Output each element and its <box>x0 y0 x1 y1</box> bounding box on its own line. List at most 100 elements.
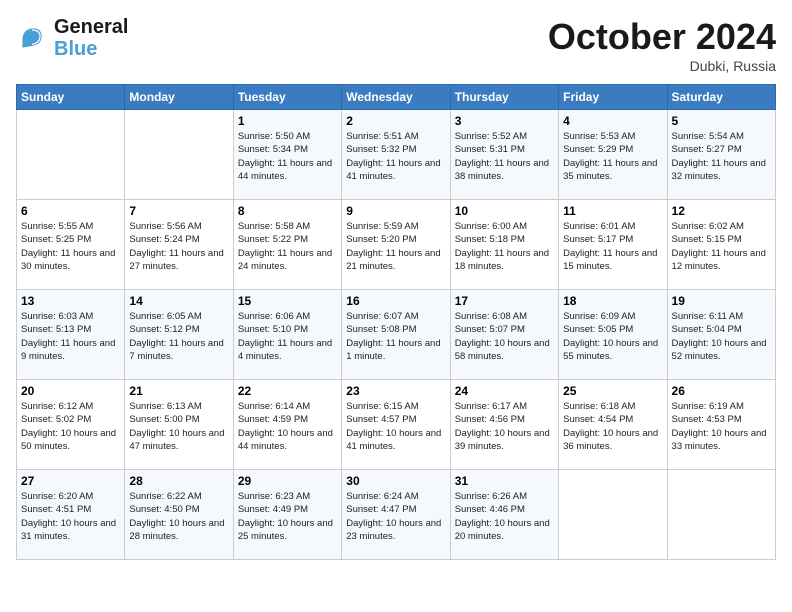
day-info: Sunrise: 6:14 AM Sunset: 4:59 PM Dayligh… <box>238 400 337 453</box>
calendar-cell: 19 Sunrise: 6:11 AM Sunset: 5:04 PM Dayli… <box>667 290 775 380</box>
day-number: 19 <box>672 294 771 308</box>
calendar-header: SundayMondayTuesdayWednesdayThursdayFrid… <box>17 85 776 110</box>
day-info: Sunrise: 6:22 AM Sunset: 4:50 PM Dayligh… <box>129 490 228 543</box>
page-header: General Blue October 2024 Dubki, Russia <box>16 16 776 74</box>
day-number: 8 <box>238 204 337 218</box>
day-info: Sunrise: 6:07 AM Sunset: 5:08 PM Dayligh… <box>346 310 445 363</box>
day-number: 4 <box>563 114 662 128</box>
day-info: Sunrise: 6:18 AM Sunset: 4:54 PM Dayligh… <box>563 400 662 453</box>
calendar-cell: 7Sunrise: 5:56 AM Sunset: 5:24 PM Daylig… <box>125 200 233 290</box>
day-number: 20 <box>21 384 120 398</box>
calendar-cell: 22Sunrise: 6:14 AM Sunset: 4:59 PM Dayli… <box>233 380 341 470</box>
day-info: Sunrise: 6:08 AM Sunset: 5:07 PM Dayligh… <box>455 310 554 363</box>
day-info: Sunrise: 5:51 AM Sunset: 5:32 PM Dayligh… <box>346 130 445 183</box>
day-number: 28 <box>129 474 228 488</box>
day-info: Sunrise: 6:24 AM Sunset: 4:47 PM Dayligh… <box>346 490 445 543</box>
day-number: 10 <box>455 204 554 218</box>
calendar-week-row: 27 Sunrise: 6:20 AM Sunset: 4:51 PM Dayli… <box>17 470 776 560</box>
calendar-cell: 25 Sunrise: 6:18 AM Sunset: 4:54 PM Dayli… <box>559 380 667 470</box>
calendar-cell: 11Sunrise: 6:01 AM Sunset: 5:17 PM Dayli… <box>559 200 667 290</box>
day-number: 16 <box>346 294 445 308</box>
calendar-cell <box>559 470 667 560</box>
day-number: 14 <box>129 294 228 308</box>
day-number: 23 <box>346 384 445 398</box>
day-info: Sunrise: 5:54 AM Sunset: 5:27 PM Dayligh… <box>672 130 771 183</box>
day-number: 25 <box>563 384 662 398</box>
calendar-cell: 14Sunrise: 6:05 AM Sunset: 5:12 PM Dayli… <box>125 290 233 380</box>
calendar-cell: 21 Sunrise: 6:13 AM Sunset: 5:00 PM Dayli… <box>125 380 233 470</box>
calendar-cell: 16 Sunrise: 6:07 AM Sunset: 5:08 PM Dayli… <box>342 290 450 380</box>
calendar-cell: 15 Sunrise: 6:06 AM Sunset: 5:10 PM Dayli… <box>233 290 341 380</box>
calendar-cell: 18 Sunrise: 6:09 AM Sunset: 5:05 PM Dayli… <box>559 290 667 380</box>
day-number: 12 <box>672 204 771 218</box>
calendar-cell: 30Sunrise: 6:24 AM Sunset: 4:47 PM Dayli… <box>342 470 450 560</box>
day-info: Sunrise: 6:20 AM Sunset: 4:51 PM Dayligh… <box>21 490 120 543</box>
day-number: 17 <box>455 294 554 308</box>
calendar-cell: 8 Sunrise: 5:58 AM Sunset: 5:22 PM Daylig… <box>233 200 341 290</box>
calendar-week-row: 20Sunrise: 6:12 AM Sunset: 5:02 PM Dayli… <box>17 380 776 470</box>
location: Dubki, Russia <box>548 58 776 74</box>
weekday-header: Monday <box>125 85 233 110</box>
weekday-header: Tuesday <box>233 85 341 110</box>
weekday-header: Saturday <box>667 85 775 110</box>
day-info: Sunrise: 6:15 AM Sunset: 4:57 PM Dayligh… <box>346 400 445 453</box>
day-number: 2 <box>346 114 445 128</box>
day-info: Sunrise: 5:55 AM Sunset: 5:25 PM Dayligh… <box>21 220 120 273</box>
day-number: 18 <box>563 294 662 308</box>
day-info: Sunrise: 6:06 AM Sunset: 5:10 PM Dayligh… <box>238 310 337 363</box>
calendar-cell: 27 Sunrise: 6:20 AM Sunset: 4:51 PM Dayli… <box>17 470 125 560</box>
logo: General Blue <box>16 16 128 60</box>
calendar-cell: 10 Sunrise: 6:00 AM Sunset: 5:18 PM Dayli… <box>450 200 558 290</box>
day-info: Sunrise: 6:23 AM Sunset: 4:49 PM Dayligh… <box>238 490 337 543</box>
calendar-cell: 5 Sunrise: 5:54 AM Sunset: 5:27 PM Daylig… <box>667 110 775 200</box>
day-number: 27 <box>21 474 120 488</box>
day-info: Sunrise: 6:09 AM Sunset: 5:05 PM Dayligh… <box>563 310 662 363</box>
calendar-week-row: 6 Sunrise: 5:55 AM Sunset: 5:25 PM Daylig… <box>17 200 776 290</box>
day-number: 5 <box>672 114 771 128</box>
calendar-cell: 12 Sunrise: 6:02 AM Sunset: 5:15 PM Dayli… <box>667 200 775 290</box>
calendar-cell: 9Sunrise: 5:59 AM Sunset: 5:20 PM Daylig… <box>342 200 450 290</box>
day-info: Sunrise: 5:50 AM Sunset: 5:34 PM Dayligh… <box>238 130 337 183</box>
day-info: Sunrise: 5:56 AM Sunset: 5:24 PM Dayligh… <box>129 220 228 273</box>
day-info: Sunrise: 6:00 AM Sunset: 5:18 PM Dayligh… <box>455 220 554 273</box>
calendar-cell: 1Sunrise: 5:50 AM Sunset: 5:34 PM Daylig… <box>233 110 341 200</box>
day-number: 6 <box>21 204 120 218</box>
calendar-cell <box>17 110 125 200</box>
calendar-cell: 24 Sunrise: 6:17 AM Sunset: 4:56 PM Dayli… <box>450 380 558 470</box>
calendar-body: 1Sunrise: 5:50 AM Sunset: 5:34 PM Daylig… <box>17 110 776 560</box>
weekday-header: Wednesday <box>342 85 450 110</box>
day-number: 11 <box>563 204 662 218</box>
calendar-cell: 28 Sunrise: 6:22 AM Sunset: 4:50 PM Dayli… <box>125 470 233 560</box>
calendar-cell: 26Sunrise: 6:19 AM Sunset: 4:53 PM Dayli… <box>667 380 775 470</box>
day-number: 21 <box>129 384 228 398</box>
weekday-header: Friday <box>559 85 667 110</box>
weekday-row: SundayMondayTuesdayWednesdayThursdayFrid… <box>17 85 776 110</box>
day-number: 31 <box>455 474 554 488</box>
calendar-cell <box>125 110 233 200</box>
calendar-cell <box>667 470 775 560</box>
day-number: 15 <box>238 294 337 308</box>
calendar-table: SundayMondayTuesdayWednesdayThursdayFrid… <box>16 84 776 560</box>
day-info: Sunrise: 6:17 AM Sunset: 4:56 PM Dayligh… <box>455 400 554 453</box>
weekday-header: Thursday <box>450 85 558 110</box>
day-info: Sunrise: 5:58 AM Sunset: 5:22 PM Dayligh… <box>238 220 337 273</box>
calendar-week-row: 1Sunrise: 5:50 AM Sunset: 5:34 PM Daylig… <box>17 110 776 200</box>
calendar-cell: 31 Sunrise: 6:26 AM Sunset: 4:46 PM Dayli… <box>450 470 558 560</box>
logo-text: General Blue <box>54 16 128 60</box>
calendar-cell: 4 Sunrise: 5:53 AM Sunset: 5:29 PM Daylig… <box>559 110 667 200</box>
calendar-cell: 2 Sunrise: 5:51 AM Sunset: 5:32 PM Daylig… <box>342 110 450 200</box>
calendar-cell: 3Sunrise: 5:52 AM Sunset: 5:31 PM Daylig… <box>450 110 558 200</box>
day-info: Sunrise: 5:53 AM Sunset: 5:29 PM Dayligh… <box>563 130 662 183</box>
day-number: 3 <box>455 114 554 128</box>
day-number: 29 <box>238 474 337 488</box>
day-info: Sunrise: 5:59 AM Sunset: 5:20 PM Dayligh… <box>346 220 445 273</box>
calendar-cell: 29 Sunrise: 6:23 AM Sunset: 4:49 PM Dayli… <box>233 470 341 560</box>
calendar-cell: 6 Sunrise: 5:55 AM Sunset: 5:25 PM Daylig… <box>17 200 125 290</box>
day-number: 13 <box>21 294 120 308</box>
day-info: Sunrise: 6:13 AM Sunset: 5:00 PM Dayligh… <box>129 400 228 453</box>
day-info: Sunrise: 6:02 AM Sunset: 5:15 PM Dayligh… <box>672 220 771 273</box>
day-number: 24 <box>455 384 554 398</box>
day-info: Sunrise: 6:11 AM Sunset: 5:04 PM Dayligh… <box>672 310 771 363</box>
day-info: Sunrise: 6:26 AM Sunset: 4:46 PM Dayligh… <box>455 490 554 543</box>
day-info: Sunrise: 6:19 AM Sunset: 4:53 PM Dayligh… <box>672 400 771 453</box>
